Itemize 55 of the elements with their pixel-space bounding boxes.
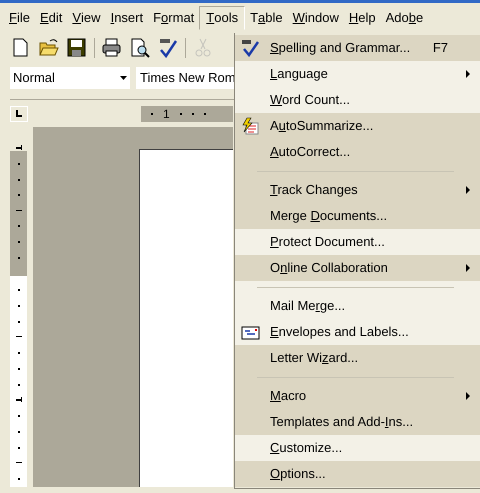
menu-item[interactable]: Language	[235, 61, 480, 87]
font-dropdown[interactable]: Times New Rom	[136, 67, 236, 89]
menu-item[interactable]: AutoCorrect...	[235, 139, 480, 165]
menu-item[interactable]: Word Count...	[235, 87, 480, 113]
shortcut-label: F7	[432, 39, 448, 58]
print-preview-icon[interactable]	[129, 37, 151, 59]
menu-bar-item[interactable]: Format	[148, 6, 200, 30]
ruler-number: 1	[163, 106, 170, 123]
menu-bar-item[interactable]: Edit	[34, 6, 68, 30]
menu-item-label: Merge Documents...	[270, 207, 388, 226]
menu-item-label: Spelling and Grammar...	[270, 39, 412, 58]
menu-item[interactable]: Mail Merge...	[235, 293, 480, 319]
lightning-document-icon	[240, 116, 260, 136]
menu-bar-item[interactable]: Insert	[106, 6, 148, 30]
menu-item-label: Mail Merge...	[270, 297, 346, 316]
menu-bar-item[interactable]: Adobe	[380, 6, 428, 30]
font-value: Times New Rom	[140, 69, 236, 88]
menu-item-label: Macro	[270, 387, 308, 406]
menu-item-label: Options...	[270, 465, 327, 484]
menu-bar-item[interactable]: Help	[344, 6, 381, 30]
menu-item[interactable]: AutoSummarize...	[235, 113, 480, 139]
menu-item[interactable]: Merge Documents...	[235, 203, 480, 229]
menu-item-label: AutoSummarize...	[270, 117, 374, 136]
menu-item[interactable]: Track Changes	[235, 177, 480, 203]
menu-item-label: Language	[270, 65, 329, 84]
spelling-check-icon[interactable]	[157, 37, 179, 59]
style-value: Normal	[13, 69, 55, 88]
menu-bar-item[interactable]: Window	[288, 6, 344, 30]
menu-item-label: Protect Document...	[270, 233, 386, 252]
menu-item[interactable]: Customize...	[235, 435, 480, 461]
tab-stop-icon[interactable]	[10, 106, 28, 122]
menu-item-label: Word Count...	[270, 91, 351, 110]
menu-item[interactable]: Online Collaboration	[235, 255, 480, 281]
menu-item-label: Templates and Add-Ins...	[270, 413, 414, 432]
menu-item[interactable]: Macro	[235, 383, 480, 409]
menu-item[interactable]: Options...	[235, 461, 480, 487]
menu-bar-item[interactable]: Table	[245, 6, 288, 30]
menu-item-label: Letter Wizard...	[270, 349, 360, 368]
caret-icon	[120, 76, 127, 80]
menu-item[interactable]: Templates and Add-Ins...	[235, 409, 480, 435]
style-dropdown[interactable]: Normal	[10, 67, 130, 89]
menu-item-label: Track Changes	[270, 181, 359, 200]
menu-item[interactable]: Letter Wizard...	[235, 345, 480, 371]
menu-bar-item[interactable]: View	[67, 6, 106, 30]
spelling-check-icon	[240, 38, 260, 58]
menu-bar-item[interactable]: Tools	[199, 6, 246, 30]
menu-item-label: Customize...	[270, 439, 344, 458]
menu-item-label: AutoCorrect...	[270, 143, 352, 162]
menu-item[interactable]: Protect Document...	[235, 229, 480, 255]
menu-item[interactable]: Spelling and Grammar... F7	[235, 35, 480, 61]
printer-icon[interactable]	[101, 37, 123, 59]
menu-item[interactable]: Envelopes and Labels...	[235, 319, 480, 345]
menu-item-label: Envelopes and Labels...	[270, 323, 410, 342]
menu-bar-item[interactable]: File	[4, 6, 35, 30]
menu-item-label: Online Collaboration	[270, 259, 389, 278]
